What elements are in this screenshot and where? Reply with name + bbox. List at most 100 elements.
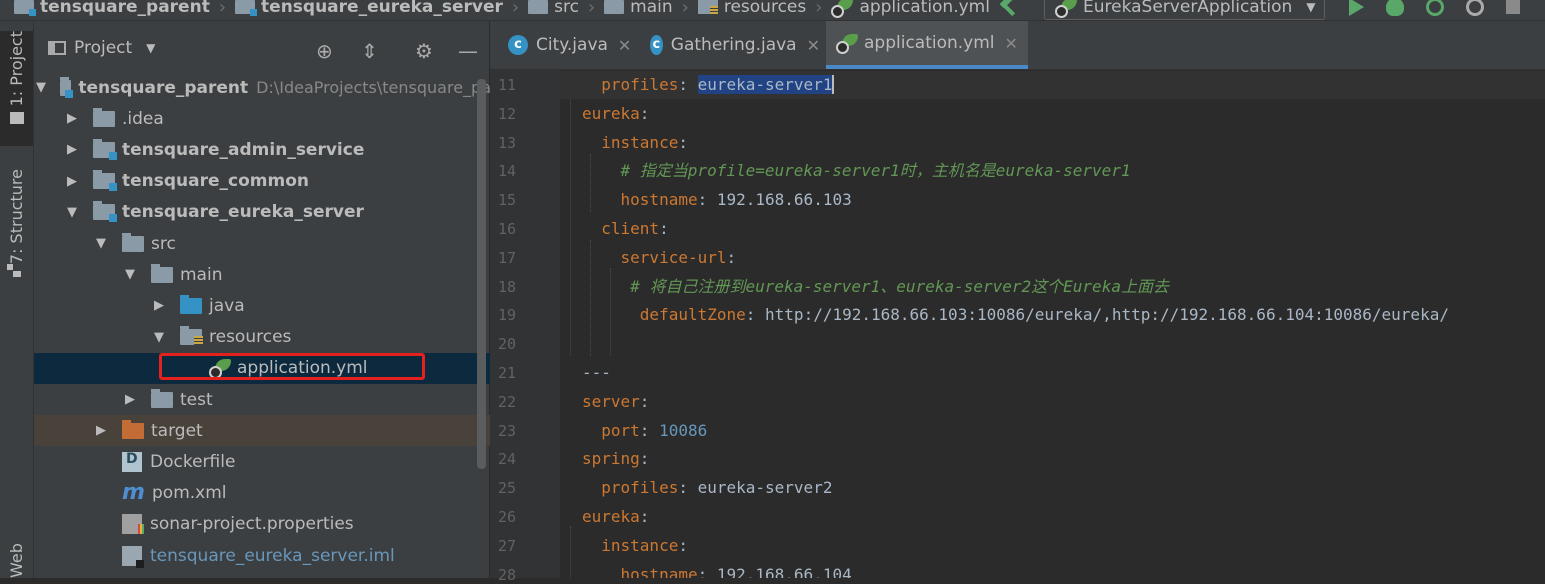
minimize-icon[interactable]: — [458,39,478,63]
tree-item-label: tensquare_admin_service [122,139,365,160]
collapsed-arrow-icon[interactable]: ▶ [123,392,137,407]
debug-icon[interactable] [1385,0,1404,16]
collapsed-arrow-icon[interactable]: ▶ [65,111,79,126]
module-folder-icon [60,76,74,98]
project-panel: Project ▼ ⊕ ⇕ ⚙ — ▼ tensquare_parent D:\Id… [34,21,636,578]
breadcrumb-item[interactable]: tensquare_eureka_server [235,0,503,17]
profile-icon[interactable] [1465,0,1484,16]
code-key: profiles [601,75,679,94]
project-view-selector[interactable]: Project ▼ [48,38,155,58]
code-line: server: [582,388,649,416]
stop-icon[interactable] [1505,0,1520,14]
tree-item[interactable]: ▶ .idea [34,103,520,134]
editor-tab[interactable]: c City.java ✕ [498,21,633,69]
code-line: hostname: 192.168.66.103 [582,186,852,214]
code-token: : [639,449,650,469]
editor-tab-label: Gathering.java [670,35,797,55]
breadcrumb-item[interactable]: src [528,0,579,17]
breadcrumb-item[interactable]: application.yml [831,0,990,18]
collapsed-arrow-icon[interactable]: ▶ [65,174,79,189]
line-number: 18 [498,277,517,296]
line-number: 22 [498,392,517,411]
line-number: 15 [498,191,517,210]
collapsed-arrow-icon[interactable]: ▶ [94,423,108,438]
tree-item-label: tensquare_parent [78,77,249,98]
tree-item[interactable]: ▼ tensquare_eureka_server [34,197,520,228]
code-editor[interactable]: profiles: eureka-server1 eureka: instance… [560,70,1545,578]
folder-icon [9,112,24,125]
breadcrumb-separator-icon: › [587,0,596,18]
tree-item[interactable]: ▶ tensquare_admin_service [34,134,520,165]
tree-item[interactable]: ▼ src [34,228,549,259]
collapse-all-icon[interactable]: ⇕ [361,39,378,63]
code-token: : [678,132,688,152]
chevron-down-icon: ▼ [1306,0,1316,14]
breadcrumb-label: tensquare_parent [40,0,210,17]
editor-tab-label: City.java [536,35,608,55]
expanded-arrow-icon[interactable]: ▼ [123,267,137,282]
structure-tool-button[interactable]: 7: Structure [0,169,33,299]
editor-tab[interactable]: c Gathering.java ✕ [640,21,820,69]
gear-icon[interactable]: ⚙ [415,39,433,63]
line-number: 16 [498,220,517,238]
line-number: 14 [498,162,517,181]
line-number: 28 [498,565,517,584]
code-key: instance [601,132,679,152]
editor-tab[interactable]: application.yml ✕ [826,21,1028,69]
build-hammer-icon[interactable] [998,0,1018,17]
tree-item[interactable]: ▶ tensquare_common [34,166,520,197]
locate-target-icon[interactable]: ⊕ [316,39,333,63]
breadcrumb-item[interactable]: resources [697,0,806,17]
tree-item[interactable]: ▶mpom.xml [34,478,549,509]
project-panel-title: Project [74,38,133,58]
code-comment: # 指定当profile=eureka-server1时，主机名是eureka-… [620,161,1131,181]
tree-item-label: tensquare_common [122,171,309,192]
code-line: port: 10086 [582,417,707,445]
folder-icon [122,232,144,252]
close-icon[interactable]: ✕ [1005,34,1018,53]
collapsed-arrow-icon[interactable]: ▶ [152,298,166,313]
code-token: : [639,103,650,123]
line-number: 21 [498,364,517,382]
code-token: : [639,420,660,440]
collapsed-arrow-icon[interactable]: ▶ [65,142,79,157]
code-line: --- [582,359,611,387]
tree-item-label: sonar-project.properties [150,514,354,535]
expanded-arrow-icon[interactable]: ▼ [94,236,108,251]
tree-item[interactable]: ▼ tensquare_parent D:\IdeaProjects\tensqua… [34,72,491,103]
expanded-arrow-icon[interactable]: ▼ [36,80,46,95]
tree-item[interactable]: ▶tensquare_eureka_server.iml [34,540,549,571]
close-icon[interactable]: ✕ [618,36,631,55]
expanded-arrow-icon[interactable]: ▼ [65,205,79,220]
line-number: 26 [498,508,517,526]
breadcrumb-item[interactable]: main [604,0,673,17]
tree-item-label: resources [209,327,292,348]
resources-folder-icon [180,326,203,346]
module-folder-icon [14,0,36,16]
run-with-coverage-icon[interactable] [1425,0,1444,16]
web-tool-button[interactable]: Web [0,526,33,578]
run-configuration-select[interactable]: EurekaServerApplication ▼ [1044,0,1325,20]
run-icon[interactable] [1348,0,1364,16]
code-key: client [601,219,660,238]
tree-item[interactable]: ▶ target [34,415,549,447]
tree-item[interactable]: ▶sonar-project.properties [34,509,549,540]
code-key: instance [601,535,679,555]
project-scrollbar[interactable] [477,79,486,469]
expanded-arrow-icon[interactable]: ▼ [152,330,166,345]
tree-item-label: Dockerfile [150,451,236,472]
tree-item-label: src [151,233,176,254]
code-line: # 指定当profile=eureka-server1时，主机名是eureka-… [582,157,1131,185]
breadcrumb-item[interactable]: tensquare_parent [14,0,210,17]
close-icon[interactable]: ✕ [807,36,820,55]
excluded-folder-icon [122,419,144,439]
project-tool-button[interactable]: 1: Project [0,31,33,146]
code-key: eureka [582,507,640,526]
tree-item[interactable]: ▶Dockerfile [34,446,549,477]
module-folder-icon [235,0,258,16]
code-key: profiles [601,478,679,498]
project-window-icon [48,41,66,55]
